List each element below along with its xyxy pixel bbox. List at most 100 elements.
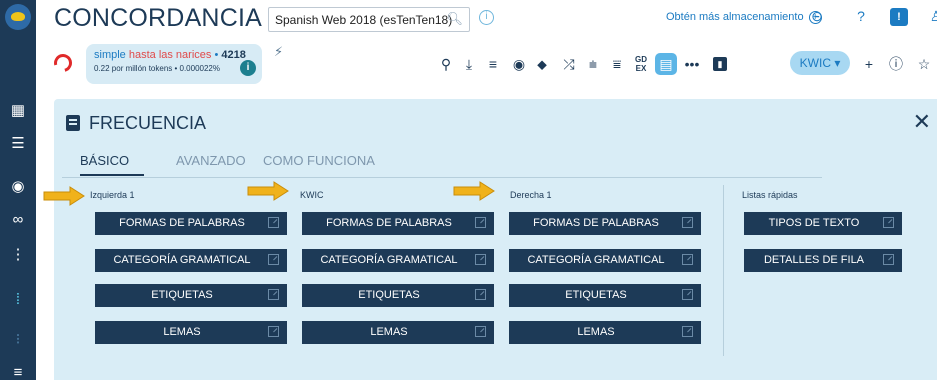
view-options-icon[interactable]: ≡: [484, 55, 502, 73]
column-label-right: Derecha 1: [510, 190, 552, 200]
concordance-icon[interactable]: ◉: [0, 172, 36, 200]
button-label: FORMAS DE PALABRAS: [119, 217, 245, 229]
help-icon[interactable]: ?: [851, 6, 871, 26]
corpus-name: Spanish Web 2018 (esTenTen18): [275, 13, 453, 27]
right1-word-forms-button[interactable]: FORMAS DE PALABRAS: [509, 212, 701, 235]
button-label: DETALLES DE FILA: [763, 254, 865, 266]
frequency-icon[interactable]: ▤: [655, 53, 677, 75]
kwic-pos-button[interactable]: CATEGORÍA GRAMATICAL: [302, 249, 494, 272]
button-label: LEMAS: [163, 326, 201, 338]
left1-pos-button[interactable]: CATEGORÍA GRAMATICAL: [95, 249, 287, 272]
row-details-button[interactable]: DETALLES DE FILA: [744, 249, 902, 272]
query-stats: 0.22 por millón tokens • 0.000022%: [94, 64, 220, 73]
external-link-icon: [268, 326, 279, 337]
text-types-button[interactable]: TIPOS DE TEXTO: [744, 212, 902, 235]
kwic-lemmas-button[interactable]: LEMAS: [302, 321, 494, 344]
active-tab-indicator: [80, 174, 144, 176]
button-label: CATEGORÍA GRAMATICAL: [320, 254, 458, 266]
link-icon[interactable]: ⊝: [807, 6, 827, 26]
corpus-list-icon[interactable]: ☰: [0, 129, 36, 157]
download-icon[interactable]: ⤓: [460, 55, 478, 73]
pin-icon[interactable]: ⚡︎: [274, 44, 283, 60]
external-link-icon: [475, 326, 486, 337]
kwic-word-forms-button[interactable]: FORMAS DE PALABRAS: [302, 212, 494, 235]
sort-icon[interactable]: ⩧: [584, 55, 602, 73]
ngrams-icon[interactable]: ⁞: [0, 285, 36, 313]
tab-como-funciona[interactable]: COMO FUNCIONA: [263, 153, 375, 168]
menu-icon[interactable]: ≡: [0, 358, 36, 380]
left-sidebar: ▦ ☰ ◉ ∞ ⋮ ⁞ ⁝ ≡: [0, 0, 36, 380]
annotation-arrow-icon: [43, 186, 85, 206]
query-line: simple hasta las narices • 4218: [94, 49, 246, 61]
button-label: CATEGORÍA GRAMATICAL: [113, 254, 251, 266]
storage-link-label: Obtén más almacenamiento: [666, 11, 804, 23]
frequency-panel: FRECUENCIA ✕ BÁSICO AVANZADO COMO FUNCIO…: [54, 99, 937, 380]
star-icon[interactable]: ☆: [915, 55, 933, 73]
close-icon[interactable]: ✕: [913, 109, 931, 135]
column-label-left: Izquierda 1: [90, 190, 135, 200]
gdex-icon[interactable]: GD EX: [632, 55, 650, 73]
sample-icon[interactable]: ⬥: [533, 55, 551, 73]
external-link-icon: [475, 289, 486, 300]
query-info-icon[interactable]: i: [240, 60, 256, 76]
external-link-icon: [682, 326, 693, 337]
left1-tags-button[interactable]: ETIQUETAS: [95, 284, 287, 307]
kwic-tags-button[interactable]: ETIQUETAS: [302, 284, 494, 307]
column-label-quick-lists: Listas rápidas: [742, 190, 798, 200]
wordlist-icon[interactable]: ⋮: [0, 240, 36, 268]
gauge-icon: [50, 50, 76, 76]
button-label: FORMAS DE PALABRAS: [326, 217, 452, 229]
corpus-info-icon[interactable]: i: [479, 10, 494, 25]
tab-divider: [62, 177, 822, 178]
user-icon[interactable]: ♙: [926, 6, 937, 26]
chart-icon[interactable]: ▮: [713, 57, 727, 71]
button-label: ETIQUETAS: [358, 289, 420, 301]
external-link-icon: [475, 254, 486, 265]
search-icon[interactable]: ⚲: [437, 55, 455, 73]
query-term: simple: [94, 49, 126, 61]
hit-count: 4218: [221, 49, 246, 61]
button-label: TIPOS DE TEXTO: [768, 217, 860, 229]
right1-lemmas-button[interactable]: LEMAS: [509, 321, 701, 344]
feedback-icon[interactable]: !: [890, 8, 908, 26]
left1-lemmas-button[interactable]: LEMAS: [95, 321, 287, 344]
panel-title: FRECUENCIA: [89, 113, 207, 133]
column-divider: [723, 185, 724, 356]
external-link-icon: [883, 254, 894, 265]
sketch-engine-logo-icon[interactable]: [5, 4, 31, 30]
button-label: LEMAS: [577, 326, 615, 338]
tab-avanzado[interactable]: AVANZADO: [176, 153, 246, 168]
tab-basico[interactable]: BÁSICO: [80, 153, 129, 168]
corpus-selector[interactable]: Spanish Web 2018 (esTenTen18) 🔍︎: [268, 7, 470, 32]
external-link-icon: [682, 289, 693, 300]
info-icon[interactable]: ⓘ: [887, 55, 905, 73]
dots-icon[interactable]: •••: [683, 55, 701, 73]
filter-icon[interactable]: ⩸: [608, 55, 626, 73]
external-link-icon: [682, 217, 693, 228]
right1-pos-button[interactable]: CATEGORÍA GRAMATICAL: [509, 249, 701, 272]
query-rest: hasta las narices: [125, 49, 212, 61]
external-link-icon: [268, 289, 279, 300]
collocations-icon[interactable]: ∞: [0, 205, 36, 233]
annotation-arrow-icon: [453, 181, 495, 201]
left1-word-forms-button[interactable]: FORMAS DE PALABRAS: [95, 212, 287, 235]
app: ▦ ☰ ◉ ∞ ⋮ ⁞ ⁝ ≡ CONCORDANCIA Spanish Web…: [0, 0, 937, 380]
button-label: ETIQUETAS: [565, 289, 627, 301]
query-summary: simple hasta las narices • 4218 0.22 por…: [86, 44, 262, 84]
button-label: FORMAS DE PALABRAS: [533, 217, 659, 229]
search-icon: 🔍︎: [446, 11, 463, 26]
button-label: LEMAS: [370, 326, 408, 338]
annotation-arrow-icon: [247, 181, 289, 201]
external-link-icon: [475, 217, 486, 228]
storage-link[interactable]: Obtén más almacenamiento +: [666, 11, 822, 24]
eye-icon[interactable]: ◉: [510, 55, 528, 73]
right1-tags-button[interactable]: ETIQUETAS: [509, 284, 701, 307]
external-link-icon: [883, 217, 894, 228]
plus-icon[interactable]: +: [860, 55, 878, 73]
external-link-icon: [268, 217, 279, 228]
shuffle-icon[interactable]: ⤮: [560, 55, 578, 73]
kwic-dropdown[interactable]: KWIC ▾: [790, 51, 850, 75]
frequency-panel-icon: [66, 115, 80, 131]
dashboard-icon[interactable]: ▦: [0, 96, 36, 124]
keywords-icon[interactable]: ⁝: [0, 325, 36, 353]
